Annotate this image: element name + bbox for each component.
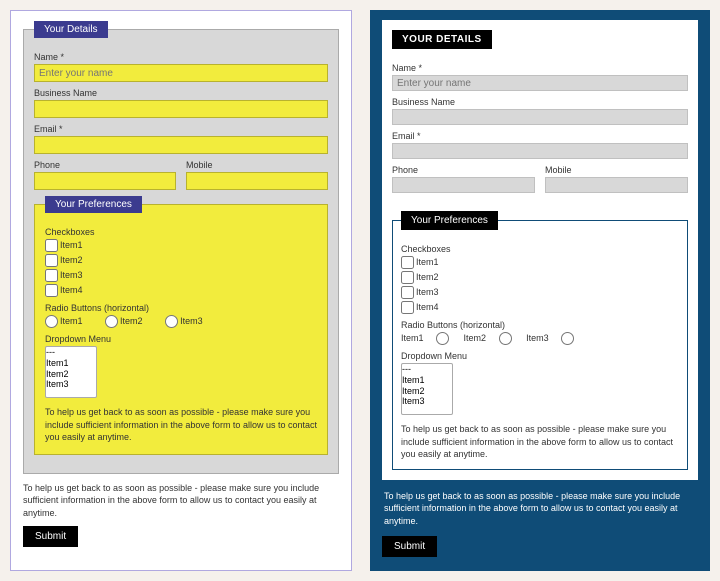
input-name[interactable] xyxy=(392,75,688,91)
input-mobile[interactable] xyxy=(545,177,688,193)
label-mobile: Mobile xyxy=(545,165,688,175)
form-purple-yellow: Your Details Name * Business Name Email … xyxy=(10,10,352,571)
radio-item2[interactable] xyxy=(499,332,512,345)
radio-label: Item2 xyxy=(120,316,143,326)
checkbox-label: Item4 xyxy=(416,302,439,312)
help-text-outer: To help us get back to as soon as possib… xyxy=(23,482,339,520)
dropdown-menu[interactable]: --- Item1 Item2 Item3 xyxy=(45,346,97,398)
input-email[interactable] xyxy=(392,143,688,159)
dropdown-option: Item2 xyxy=(402,386,452,397)
checkbox-item2[interactable] xyxy=(45,254,58,267)
fieldset-your-details: Your Details Name * Business Name Email … xyxy=(23,21,339,474)
checkbox-label: Item2 xyxy=(60,255,83,265)
radio-label: Item1 xyxy=(60,316,83,326)
input-business[interactable] xyxy=(392,109,688,125)
checkbox-label: Item3 xyxy=(60,270,83,280)
dropdown-option: Item1 xyxy=(46,358,96,369)
input-email[interactable] xyxy=(34,136,328,154)
dropdown-option: Item3 xyxy=(46,379,96,390)
dropdown-option: Item2 xyxy=(46,369,96,380)
radio-item3[interactable] xyxy=(165,315,178,328)
fieldset-your-preferences: Your Preferences Checkboxes Item1 Item2 … xyxy=(34,196,328,455)
dropdown-option: --- xyxy=(402,364,452,375)
checkbox-item3[interactable] xyxy=(401,286,414,299)
fieldset-your-preferences: Your Preferences Checkboxes Item1 Item2 … xyxy=(392,211,688,470)
submit-button[interactable]: Submit xyxy=(23,526,78,547)
checkbox-item4[interactable] xyxy=(45,284,58,297)
label-dropdown: Dropdown Menu xyxy=(45,334,317,344)
checkbox-label: Item1 xyxy=(416,257,439,267)
checkbox-item2[interactable] xyxy=(401,271,414,284)
label-radios: Radio Buttons (horizontal) xyxy=(401,320,679,330)
radio-label: Item2 xyxy=(464,333,487,343)
input-phone[interactable] xyxy=(392,177,535,193)
submit-button[interactable]: Submit xyxy=(382,536,437,557)
input-mobile[interactable] xyxy=(186,172,328,190)
label-email: Email * xyxy=(34,124,328,134)
checkbox-label: Item2 xyxy=(416,272,439,282)
radio-item2[interactable] xyxy=(105,315,118,328)
checkbox-item1[interactable] xyxy=(401,256,414,269)
checkbox-item4[interactable] xyxy=(401,301,414,314)
checkbox-item1[interactable] xyxy=(45,239,58,252)
radio-label: Item3 xyxy=(180,316,203,326)
dropdown-menu[interactable]: --- Item1 Item2 Item3 xyxy=(401,363,453,415)
input-phone[interactable] xyxy=(34,172,176,190)
radio-label: Item1 xyxy=(401,333,424,343)
label-business: Business Name xyxy=(392,97,688,107)
input-name[interactable] xyxy=(34,64,328,82)
checkbox-label: Item3 xyxy=(416,287,439,297)
label-checkboxes: Checkboxes xyxy=(401,244,679,254)
radio-label: Item3 xyxy=(526,333,549,343)
dropdown-option: Item1 xyxy=(402,375,452,386)
label-name: Name * xyxy=(392,63,688,73)
label-phone: Phone xyxy=(34,160,176,170)
label-radios: Radio Buttons (horizontal) xyxy=(45,303,317,313)
label-phone: Phone xyxy=(392,165,535,175)
label-checkboxes: Checkboxes xyxy=(45,227,317,237)
label-name: Name * xyxy=(34,52,328,62)
label-dropdown: Dropdown Menu xyxy=(401,351,679,361)
form-navy-white: YOUR DETAILS Name * Business Name Email … xyxy=(370,10,710,571)
dropdown-option: Item3 xyxy=(402,396,452,407)
label-business: Business Name xyxy=(34,88,328,98)
checkbox-item3[interactable] xyxy=(45,269,58,282)
radio-item1[interactable] xyxy=(45,315,58,328)
radio-item1[interactable] xyxy=(436,332,449,345)
radio-item3[interactable] xyxy=(561,332,574,345)
checkbox-label: Item1 xyxy=(60,240,83,250)
legend-your-preferences: Your Preferences xyxy=(45,196,142,213)
input-business[interactable] xyxy=(34,100,328,118)
help-text-inner: To help us get back to as soon as possib… xyxy=(401,423,679,461)
legend-your-details: Your Details xyxy=(34,21,108,38)
help-text-outer: To help us get back to as soon as possib… xyxy=(382,480,698,536)
label-mobile: Mobile xyxy=(186,160,328,170)
legend-your-preferences: Your Preferences xyxy=(401,211,498,230)
dropdown-option: --- xyxy=(46,347,96,358)
checkbox-label: Item4 xyxy=(60,285,83,295)
fieldset-your-details: YOUR DETAILS Name * Business Name Email … xyxy=(392,30,688,205)
label-email: Email * xyxy=(392,131,688,141)
legend-your-details: YOUR DETAILS xyxy=(392,30,492,49)
help-text-inner: To help us get back to as soon as possib… xyxy=(45,406,317,444)
